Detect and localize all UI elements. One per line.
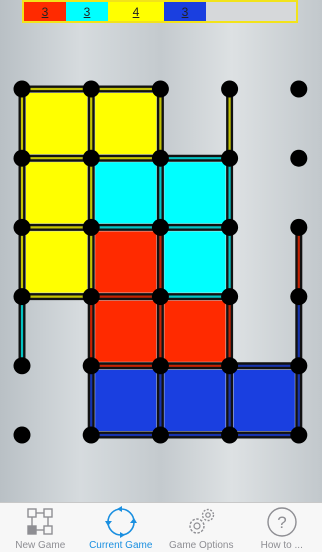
- box-blue: [234, 370, 295, 431]
- grid-dot: [290, 357, 307, 374]
- grid-dot: [290, 288, 307, 305]
- grid-dot: [221, 357, 238, 374]
- question-icon: ?: [265, 506, 299, 538]
- grid-dot: [14, 357, 31, 374]
- grid-dot: [83, 150, 100, 167]
- grid-dot: [290, 427, 307, 444]
- box-red: [95, 231, 156, 292]
- box-cyan: [164, 162, 225, 223]
- grid-dot: [290, 150, 307, 167]
- grid-dot: [83, 81, 100, 98]
- box-red: [95, 301, 156, 362]
- box-blue: [95, 370, 156, 431]
- box-yellow: [95, 93, 156, 154]
- tab-label-current-game: Current Game: [89, 540, 152, 551]
- grid-dot: [83, 357, 100, 374]
- box-red: [164, 301, 225, 362]
- grid-dot: [83, 288, 100, 305]
- box-cyan: [95, 162, 156, 223]
- box-cyan: [164, 231, 225, 292]
- grid-dot: [83, 219, 100, 236]
- grid-dot: [152, 219, 169, 236]
- grid-dot: [14, 288, 31, 305]
- grid-dot: [83, 427, 100, 444]
- grid-dot: [221, 427, 238, 444]
- grid-dot: [290, 81, 307, 98]
- refresh-icon: [104, 506, 138, 538]
- grid-dot: [14, 81, 31, 98]
- grid-dot: [152, 427, 169, 444]
- grid-dot: [221, 219, 238, 236]
- dots-and-boxes-grid[interactable]: [0, 0, 322, 502]
- tab-bar: New Game Current Game Game Options ? How…: [0, 502, 322, 552]
- box-blue: [164, 370, 225, 431]
- new-game-icon: [23, 506, 57, 538]
- tab-label-how-to: How to ...: [261, 540, 303, 551]
- box-yellow: [26, 162, 87, 223]
- tab-label-new-game: New Game: [15, 540, 65, 551]
- tab-current-game[interactable]: Current Game: [81, 503, 162, 552]
- tab-how-to[interactable]: ? How to ...: [242, 503, 322, 552]
- tab-new-game[interactable]: New Game: [0, 503, 81, 552]
- grid-dot: [152, 81, 169, 98]
- grid-dot: [221, 150, 238, 167]
- grid-dot: [152, 357, 169, 374]
- grid-dot: [14, 427, 31, 444]
- grid-dot: [14, 150, 31, 167]
- grid-dot: [14, 219, 31, 236]
- svg-text:?: ?: [277, 513, 286, 532]
- tab-game-options[interactable]: Game Options: [161, 503, 242, 552]
- grid-dot: [152, 150, 169, 167]
- gears-icon: [184, 506, 218, 538]
- grid-dot: [221, 81, 238, 98]
- grid-dot: [221, 288, 238, 305]
- game-board-area: 3 3 4 3: [0, 0, 322, 502]
- box-yellow: [26, 93, 87, 154]
- grid-dot: [152, 288, 169, 305]
- box-yellow: [26, 231, 87, 292]
- grid-dot: [290, 219, 307, 236]
- tab-label-game-options: Game Options: [169, 540, 233, 551]
